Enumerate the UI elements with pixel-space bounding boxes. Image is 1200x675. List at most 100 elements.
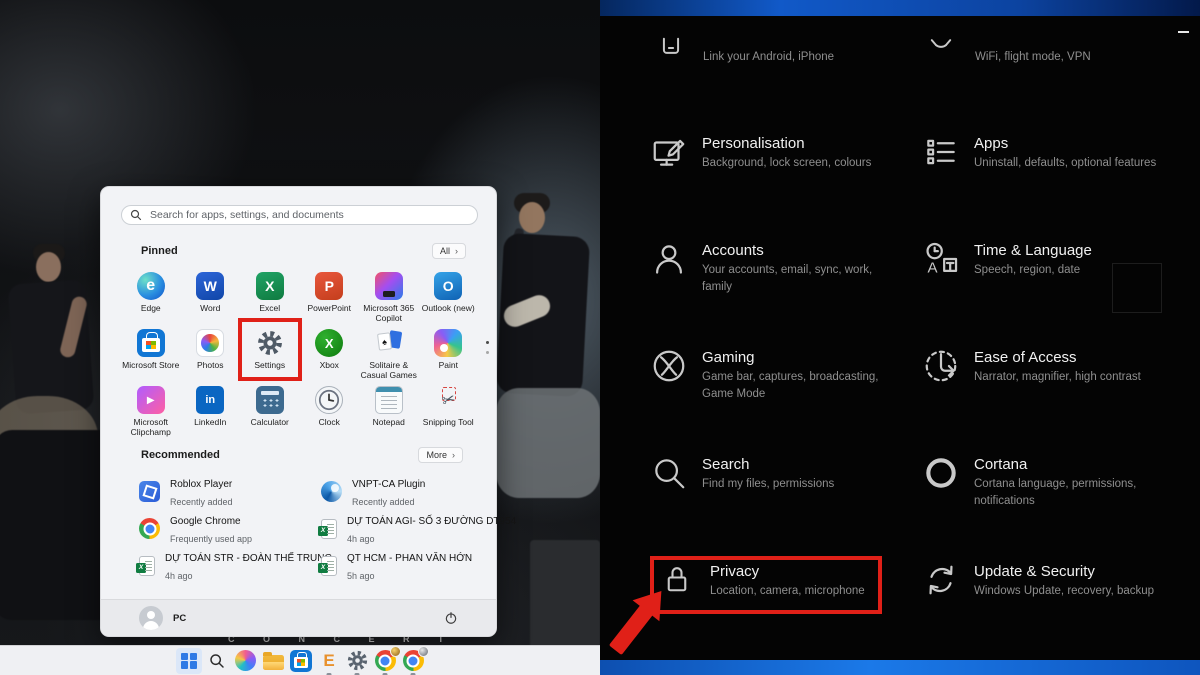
taskbar-copilot-button[interactable] xyxy=(232,648,258,674)
pinned-app-microsoft-store[interactable]: Microsoft Store xyxy=(121,326,181,383)
pinned-app-linkedin[interactable]: inLinkedIn xyxy=(181,383,241,440)
settings-category-ease-of-access[interactable]: Ease of AccessNarrator, magnifier, high … xyxy=(922,347,1159,386)
category-title: Apps xyxy=(974,133,1159,154)
recommended-item[interactable]: Roblox PlayerRecently added xyxy=(121,473,303,510)
recommended-item[interactable]: XDỰ TOÁN AGI- SỐ 3 ĐƯỜNG DT9544h ago xyxy=(303,510,478,547)
pinned-app-solitaire[interactable]: ♠ Solitaire & Casual Games xyxy=(359,326,419,383)
pinned-app-word[interactable]: W Word xyxy=(181,269,241,326)
pinned-page-dots[interactable] xyxy=(486,341,489,354)
recommended-item[interactable]: Google ChromeFrequently used app xyxy=(121,510,303,547)
settings-category-accounts[interactable]: AccountsYour accounts, email, sync, work… xyxy=(650,240,887,295)
minimize-button[interactable] xyxy=(1178,31,1189,33)
recommended-title: VNPT-CA Plugin xyxy=(352,479,425,490)
e-app-icon: E xyxy=(323,651,334,671)
pinned-app-settings[interactable]: Settings xyxy=(240,326,300,383)
pinned-app-edge[interactable]: eEdge xyxy=(121,269,181,326)
phone-icon xyxy=(652,26,690,64)
pinned-app-clock[interactable]: Clock xyxy=(300,383,360,440)
category-subtitle: Background, lock screen, colours xyxy=(702,155,887,172)
chrome-icon xyxy=(139,518,160,539)
xbox-icon xyxy=(650,347,688,385)
taskbar-chrome-profile1-button[interactable] xyxy=(372,648,398,674)
pinned-app-xbox[interactable]: XXbox xyxy=(300,326,360,383)
search-icon xyxy=(130,209,142,221)
user-avatar[interactable] xyxy=(139,606,163,630)
powerpoint-icon: P xyxy=(315,272,343,300)
start-search-bar[interactable] xyxy=(121,205,478,225)
taskbar-store-button[interactable] xyxy=(288,648,314,674)
settings-category-phone[interactable] xyxy=(652,26,690,64)
search-icon xyxy=(209,653,225,669)
xbox-icon: X xyxy=(315,329,343,357)
settings-category-gaming[interactable]: GamingGame bar, captures, broadcasting, … xyxy=(650,347,887,402)
pinned-app-calculator[interactable]: Calculator xyxy=(240,383,300,440)
settings-category-search[interactable]: SearchFind my files, permissions xyxy=(650,454,887,493)
folder-icon xyxy=(263,655,284,670)
pinned-app-photos[interactable]: Photos xyxy=(181,326,241,383)
category-title: Update & Security xyxy=(974,561,1159,582)
wifi-icon xyxy=(922,26,960,64)
wallpaper-figure xyxy=(530,540,600,650)
taskbar-settings-button[interactable] xyxy=(344,648,370,674)
pinned-app-notepad[interactable]: Notepad xyxy=(359,383,419,440)
windows-logo-icon xyxy=(181,653,197,669)
pinned-app-paint[interactable]: Paint xyxy=(419,326,479,383)
pinned-app-label: Snipping Tool xyxy=(423,418,474,428)
more-button[interactable]: More› xyxy=(418,447,463,463)
solitaire-cards-icon: ♠ xyxy=(375,329,403,357)
pinned-app-label: Word xyxy=(200,304,220,314)
settings-category-apps[interactable]: AppsUninstall, defaults, optional featur… xyxy=(922,133,1159,172)
excel-file-icon: X xyxy=(321,519,337,539)
taskbar: E xyxy=(0,645,600,675)
all-button[interactable]: All› xyxy=(432,243,466,259)
pinned-app-powerpoint[interactable]: PPowerPoint xyxy=(300,269,360,326)
microsoft-store-icon xyxy=(137,329,165,357)
recommended-item[interactable]: VNPT-CA PluginRecently added xyxy=(303,473,478,510)
taskbar-chrome-profile2-button[interactable] xyxy=(400,648,426,674)
settings-category-personalisation[interactable]: PersonalisationBackground, lock screen, … xyxy=(650,133,887,172)
start-menu-footer: PC xyxy=(101,599,496,636)
vnpt-ca-icon xyxy=(321,481,342,502)
pinned-app-snipping-tool[interactable]: ✂Snipping Tool xyxy=(419,383,479,440)
microsoft-store-icon xyxy=(290,650,312,672)
settings-category-cortana[interactable]: CortanaCortana language, permissions, no… xyxy=(922,454,1159,509)
title-bar xyxy=(600,0,1200,16)
notepad-icon xyxy=(375,386,403,414)
pinned-app-label: Microsoft Store xyxy=(122,361,179,371)
category-title: Gaming xyxy=(702,347,887,368)
pinned-app-label: Solitaire & Casual Games xyxy=(360,361,418,380)
pinned-app-excel[interactable]: XExcel xyxy=(240,269,300,326)
pinned-app-label: Calculator xyxy=(251,418,289,428)
taskbar-e-app-button[interactable]: E xyxy=(316,648,342,674)
pinned-app-clipchamp[interactable]: ▶Microsoft Clipchamp xyxy=(121,383,181,440)
excel-file-icon: X xyxy=(321,556,337,576)
settings-gear-icon xyxy=(347,650,368,671)
pinned-app-outlook[interactable]: OOutlook (new) xyxy=(419,269,479,326)
taskbar-search-button[interactable] xyxy=(204,648,230,674)
screen: C O N C E R T Pinned All› eEdge WWord XE… xyxy=(0,0,1200,675)
pinned-app-label: Excel xyxy=(259,304,280,314)
recommended-subtitle: 4h ago xyxy=(165,571,193,581)
start-menu: Pinned All› eEdge WWord XExcel PPowerPoi… xyxy=(100,186,497,637)
photos-icon xyxy=(196,329,224,357)
recommended-item[interactable]: XDỰ TOÁN STR - ĐOÀN THẾ TRUNG4h ago xyxy=(121,547,303,584)
pinned-app-label: Microsoft Clipchamp xyxy=(122,418,180,437)
settings-category-privacy[interactable]: PrivacyLocation, camera, microphone xyxy=(658,561,895,600)
wallpaper-figure xyxy=(519,202,545,233)
pinned-app-copilot[interactable]: Microsoft 365 Copilot xyxy=(359,269,419,326)
pinned-app-label: Settings xyxy=(254,361,285,371)
refresh-arrows-icon xyxy=(922,561,960,599)
category-title: Cortana xyxy=(974,454,1159,475)
start-button[interactable] xyxy=(176,648,202,674)
ease-of-access-icon xyxy=(922,347,960,385)
category-title: Ease of Access xyxy=(974,347,1159,368)
clock-icon xyxy=(315,386,343,414)
apps-list-icon xyxy=(922,133,960,171)
power-button[interactable] xyxy=(440,607,462,629)
taskbar-file-explorer-button[interactable] xyxy=(260,648,286,674)
recommended-item[interactable]: XQT HCM - PHAN VĂN HỚN5h ago xyxy=(303,547,478,584)
search-input[interactable] xyxy=(148,208,469,222)
settings-category-update-security[interactable]: Update & SecurityWindows Update, recover… xyxy=(922,561,1159,600)
word-icon: W xyxy=(196,272,224,300)
settings-category-network[interactable] xyxy=(922,26,960,64)
